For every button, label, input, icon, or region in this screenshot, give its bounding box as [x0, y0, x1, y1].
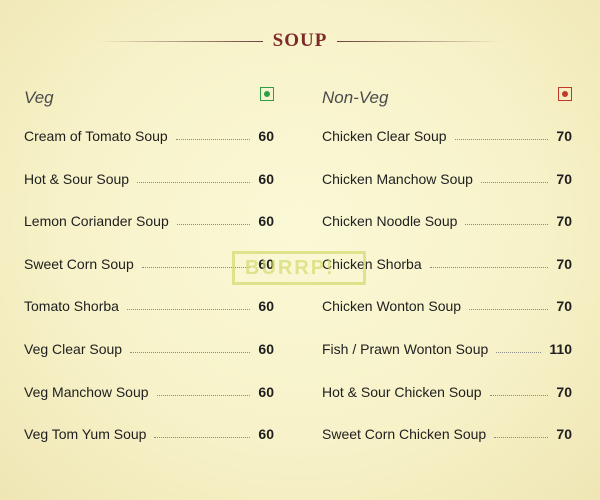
dot-leader	[494, 426, 549, 439]
nonveg-column-title: Non-Veg	[322, 88, 389, 107]
item-price: 70	[556, 298, 572, 315]
item-price: 70	[556, 128, 572, 144]
menu-item: Sweet Corn Soup 60	[24, 256, 274, 299]
dot-leader	[141, 256, 251, 268]
item-price: 70	[556, 213, 572, 230]
item-price: 60	[258, 128, 274, 144]
menu-item: Veg Clear Soup 60	[24, 341, 274, 384]
item-name: Cream of Tomato Soup	[24, 128, 168, 144]
menu-item: Sweet Corn Chicken Soup 70	[322, 426, 572, 469]
item-name: Hot & Sour Chicken Soup	[322, 383, 482, 400]
dot-leader	[496, 341, 542, 353]
item-name: Veg Clear Soup	[24, 340, 123, 357]
item-price: 60	[258, 383, 274, 400]
dot-leader	[154, 426, 251, 439]
dot-leader	[126, 298, 251, 311]
item-name: Chicken Manchow Soup	[322, 170, 473, 187]
item-price: 110	[549, 340, 572, 357]
item-price: 60	[258, 340, 274, 357]
item-name: Tomato Shorba	[24, 298, 119, 315]
item-price: 60	[258, 298, 274, 315]
menu-item: Chicken Noodle Soup 70	[322, 213, 572, 256]
dot-leader	[469, 298, 549, 311]
veg-mark-icon	[260, 87, 274, 101]
dot-leader	[480, 171, 549, 183]
menu-item: Chicken Manchow Soup 70	[322, 171, 572, 214]
section-header: SOUP	[0, 28, 600, 54]
item-name: Lemon Coriander Soup	[24, 213, 169, 230]
menu-item: Chicken Shorba 70	[322, 256, 572, 299]
menu-item: Lemon Coriander Soup 60	[24, 213, 274, 256]
item-price: 70	[556, 426, 572, 443]
dot-leader	[429, 256, 549, 268]
section-title: SOUP	[272, 30, 328, 51]
item-name: Chicken Noodle Soup	[322, 213, 458, 230]
item-name: Chicken Wonton Soup	[322, 298, 462, 315]
dot-leader	[175, 128, 251, 140]
dot-leader	[156, 384, 251, 396]
dot-leader	[137, 171, 251, 183]
item-name: Fish / Prawn Wonton Soup	[322, 340, 489, 357]
dot-leader	[130, 341, 251, 353]
item-price: 70	[556, 383, 572, 400]
header-rule-right	[337, 40, 503, 42]
item-name: Hot & Sour Soup	[24, 170, 130, 187]
item-price: 70	[556, 170, 572, 187]
nonveg-mark-icon	[558, 87, 572, 101]
item-name: Sweet Corn Chicken Soup	[322, 426, 487, 443]
menu-item: Fish / Prawn Wonton Soup 110	[322, 341, 572, 384]
item-price: 70	[556, 255, 572, 272]
menu-item: Tomato Shorba 60	[24, 298, 274, 341]
dot-leader	[489, 384, 549, 396]
nonveg-column: Non-Veg Chicken Clear Soup 70 Chicken Man…	[322, 84, 572, 469]
dot-leader	[454, 128, 549, 140]
menu-item: Chicken Clear Soup 70	[322, 128, 572, 171]
nonveg-column-header: Non-Veg	[322, 84, 572, 114]
dot-leader	[465, 213, 549, 226]
menu-item: Chicken Wonton Soup 70	[322, 298, 572, 341]
item-name: Chicken Clear Soup	[322, 128, 447, 144]
item-price: 60	[258, 255, 274, 272]
menu-item: Hot & Sour Soup 60	[24, 171, 274, 214]
item-price: 60	[258, 170, 274, 187]
veg-column-header: Veg	[24, 84, 274, 114]
header-rule-left	[97, 40, 263, 42]
dot-leader	[176, 213, 251, 226]
veg-column-title: Veg	[24, 88, 54, 107]
menu-item: Veg Manchow Soup 60	[24, 384, 274, 427]
item-price: 60	[258, 426, 274, 443]
item-name: Sweet Corn Soup	[24, 255, 134, 272]
veg-column: Veg Cream of Tomato Soup 60 Hot & Sour So…	[24, 84, 274, 469]
menu-item: Veg Tom Yum Soup 60	[24, 426, 274, 469]
item-name: Veg Tom Yum Soup	[24, 426, 147, 443]
item-name: Veg Manchow Soup	[24, 383, 149, 400]
item-price: 60	[258, 213, 274, 230]
menu-item: Cream of Tomato Soup 60	[24, 128, 274, 171]
menu-item: Hot & Sour Chicken Soup 70	[322, 384, 572, 427]
item-name: Chicken Shorba	[322, 255, 422, 272]
